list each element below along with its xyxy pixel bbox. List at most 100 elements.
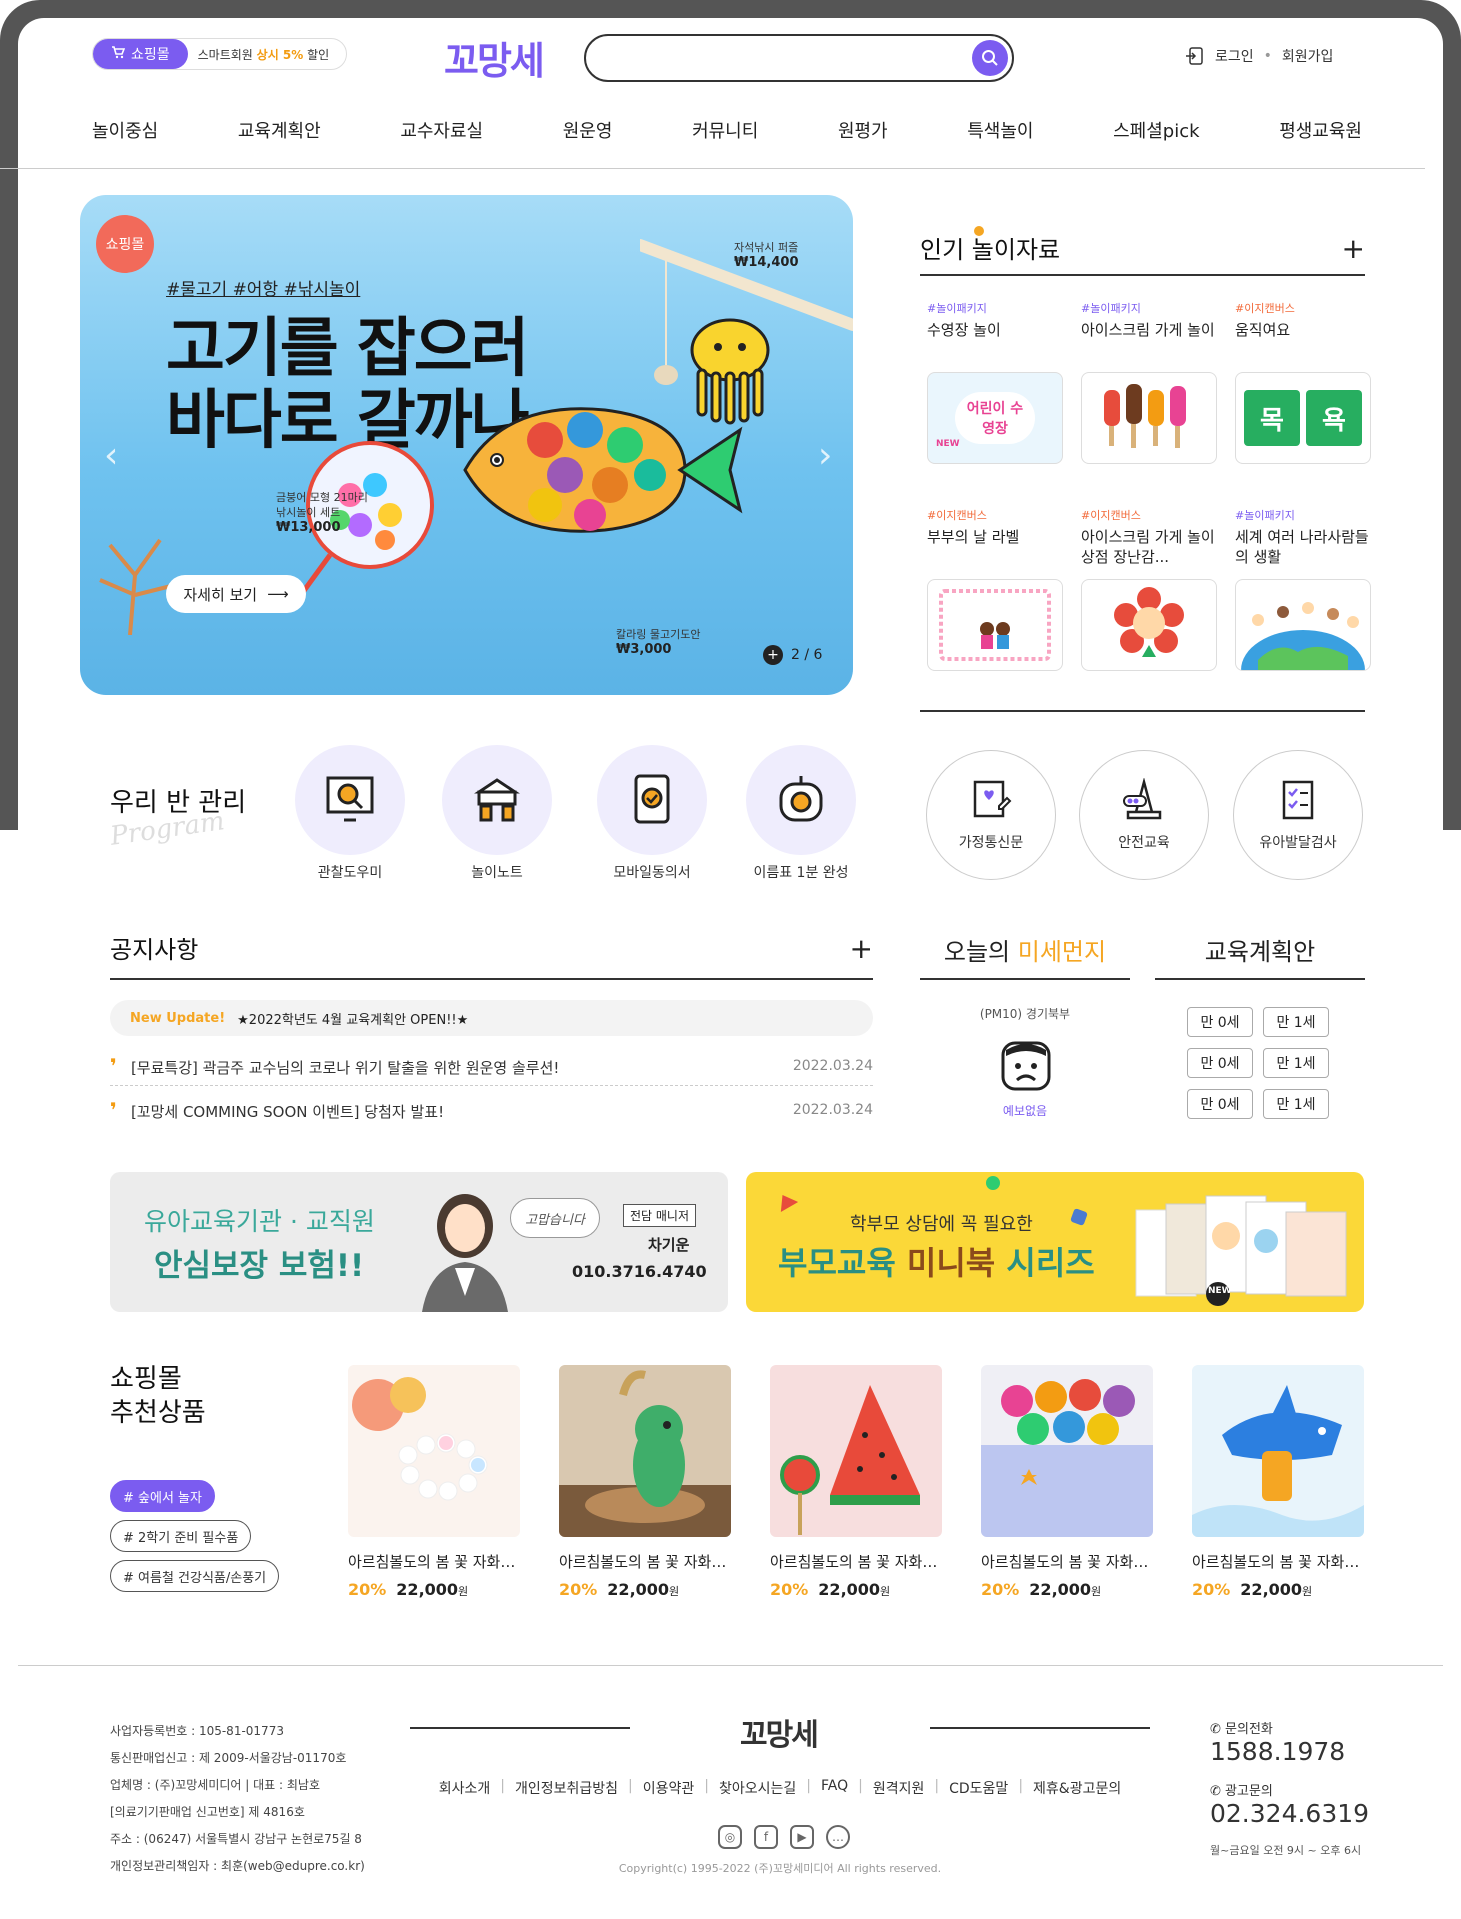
nav-item-special-play[interactable]: 특색놀이: [967, 117, 1033, 143]
footer-link[interactable]: 원격지원: [873, 1778, 925, 1798]
footer-link-separator: |: [704, 1778, 710, 1794]
popular-item[interactable]: #이지캔버스 움직여요 목 욕: [1235, 300, 1373, 464]
age-1-button[interactable]: 만 1세: [1263, 1007, 1329, 1037]
age-0-button[interactable]: 만 0세: [1187, 1007, 1253, 1037]
hero-detail-button[interactable]: 자세히 보기 ⟶: [166, 575, 306, 613]
search-button[interactable]: [972, 40, 1008, 76]
nav-item-evaluation[interactable]: 원평가: [838, 117, 888, 143]
login-link[interactable]: 로그인: [1215, 46, 1254, 66]
business-hours: 월~금요일 오전 9시 ~ 오후 6시: [1210, 1844, 1362, 1857]
nav-item-special-pick[interactable]: 스페셜pick: [1113, 117, 1199, 143]
product-card[interactable]: 아르침볼도의 봄 꽃 자화상 만들기 20% 22,000원: [981, 1365, 1155, 1599]
footer-link[interactable]: 개인정보취급방침: [515, 1778, 618, 1798]
safety-edu-label: 안전교육: [1118, 835, 1170, 851]
tel-number[interactable]: 1588.1978: [1210, 1737, 1410, 1766]
nav-item-lifelong-edu[interactable]: 평생교육원: [1279, 117, 1362, 143]
shop-tag-chip[interactable]: # 2학기 준비 필수품: [110, 1520, 252, 1552]
footer-link[interactable]: 제휴&광고문의: [1033, 1778, 1121, 1798]
footer-link[interactable]: CD도움말: [949, 1778, 1008, 1798]
footer-link-separator: |: [806, 1778, 812, 1794]
member-discount-text: 스마트회원 상시 5% 할인: [188, 46, 330, 63]
nav-item-community[interactable]: 커뮤니티: [692, 117, 758, 143]
quote-icon: ❜: [110, 1053, 117, 1078]
product-price-unit: 원: [669, 1585, 680, 1598]
footer-link[interactable]: 찾아오시는길: [719, 1778, 796, 1798]
shark-water-gun-illustration: [1192, 1385, 1364, 1537]
nav-item-play-center[interactable]: 놀이중심: [92, 117, 158, 143]
footer-link[interactable]: 이용약관: [643, 1778, 695, 1798]
youtube-icon[interactable]: ▶: [790, 1825, 814, 1849]
won-sign: ₩: [276, 520, 291, 535]
footer-link[interactable]: 회사소개: [439, 1778, 491, 1798]
mobile-consent-button[interactable]: [597, 745, 707, 855]
notice-row[interactable]: ❜ [무료특강] 곽금주 교수님의 코로나 위기 탈출을 위한 원운영 솔루션! …: [110, 1046, 873, 1086]
signup-link[interactable]: 회원가입: [1282, 46, 1334, 66]
product-discount: 20%: [770, 1580, 809, 1599]
popular-item[interactable]: #놀이패키지 아이스크림 가게 놀이: [1081, 300, 1219, 464]
footer-logo[interactable]: 꼬망세: [740, 1710, 819, 1754]
product-card[interactable]: 아르침볼도의 봄 꽃 자화상 만들기 20% 22,000원: [348, 1365, 522, 1599]
manager-name: 차기운: [648, 1236, 690, 1254]
hero-pager[interactable]: +2 / 6: [763, 645, 822, 665]
product-price-value: 22,000: [607, 1580, 670, 1599]
name-tag-label: 이름표 1분 완성: [753, 865, 849, 881]
popular-item[interactable]: #놀이패키지 세계 여러 나라사람들의 생활: [1235, 507, 1373, 671]
popular-item[interactable]: #놀이패키지 수영장 놀이 어린이 수영장 NEW: [927, 300, 1065, 464]
home-letter-button[interactable]: 가정통신문: [926, 750, 1056, 880]
shop-tag-chip[interactable]: # 여름철 건강식품/손풍기: [110, 1560, 280, 1592]
minibook-banner[interactable]: 학부모 상담에 꼭 필요한 부모교육 미니북 시리즈 NEW: [746, 1172, 1364, 1312]
search-input[interactable]: [606, 38, 976, 78]
nav-item-operations[interactable]: 원운영: [563, 117, 613, 143]
shopping-mall-tag[interactable]: 쇼핑몰: [93, 39, 188, 69]
insurance-banner[interactable]: 유아교육기관 · 교직원 안심보장 보험!! 고맙습니다 전담 매니저 차기운 …: [110, 1172, 728, 1312]
chat-icon[interactable]: …: [826, 1825, 850, 1849]
hero-next-arrow[interactable]: ›: [818, 435, 832, 476]
notice-more-button[interactable]: +: [850, 932, 873, 965]
notice-title: 공지사항: [110, 936, 199, 964]
shop-tag-chip[interactable]: # 숲에서 놀자: [110, 1480, 215, 1512]
safety-edu-button[interactable]: 안전교육: [1079, 750, 1209, 880]
won-sign: ₩: [734, 255, 749, 270]
popular-more-button[interactable]: +: [1342, 232, 1365, 265]
dust-region: (PM10) 경기북부: [979, 1007, 1071, 1021]
notice-row[interactable]: ❜ [꼬망세 COMMING SOON 이벤트] 당첨자 발표! 2022.03.…: [110, 1090, 873, 1130]
nav-item-teaching-materials[interactable]: 교수자료실: [400, 117, 483, 143]
play-note-button[interactable]: [442, 745, 552, 855]
name-tag-button[interactable]: [746, 745, 856, 855]
product-card[interactable]: 아르침볼도의 봄 꽃 자화상 만들기 20% 22,000원: [559, 1365, 733, 1599]
hero-banner[interactable]: 쇼핑몰 #물고기 #어항 #낚시놀이 고기를 잡으러 바다로 갈까나 자석낚시 …: [80, 195, 853, 695]
product-price-unit: 원: [880, 1585, 891, 1598]
plus-icon[interactable]: +: [763, 645, 783, 665]
product-card[interactable]: 아르침볼도의 봄 꽃 자화상 만들기 20% 22,000원: [1192, 1365, 1366, 1599]
age-0-button[interactable]: 만 0세: [1187, 1048, 1253, 1078]
facebook-icon[interactable]: f: [754, 1825, 778, 1849]
world-people-illustration: [1241, 602, 1365, 670]
hero-prev-arrow[interactable]: ‹: [104, 435, 118, 476]
footer-link[interactable]: FAQ: [821, 1778, 848, 1798]
age-0-button[interactable]: 만 0세: [1187, 1089, 1253, 1119]
item2-price: 13,000: [290, 520, 341, 535]
hero-page-indicator: 2 / 6: [791, 647, 823, 663]
sad-face-icon: [1001, 1041, 1051, 1091]
minibook-line-2c: 시리즈: [995, 1244, 1095, 1282]
item2-name-2: 낚시놀이 세트: [276, 506, 341, 519]
nav-item-edu-plan[interactable]: 교육계획안: [238, 117, 321, 143]
age-1-button[interactable]: 만 1세: [1263, 1089, 1329, 1119]
hero-item1-label: 자석낚시 퍼즐 ₩14,400: [734, 240, 799, 270]
popular-item[interactable]: #이지캔버스 부부의 날 라벨: [927, 507, 1065, 671]
site-logo[interactable]: 꼬망세: [444, 30, 545, 85]
instagram-icon[interactable]: ◎: [718, 1825, 742, 1849]
ad-number[interactable]: 02.324.6319: [1210, 1799, 1410, 1828]
dino-toy-illustration: [559, 1370, 731, 1537]
search-bar[interactable]: [584, 34, 1014, 82]
observation-helper-button[interactable]: [295, 745, 405, 855]
notice-update-bar[interactable]: New Update! ★2022학년도 4월 교육계획안 OPEN!!★: [110, 1000, 873, 1036]
notice-row-text: ❜ [무료특강] 곽금주 교수님의 코로나 위기 탈출을 위한 원운영 솔루션!: [110, 1054, 559, 1078]
dev-check-button[interactable]: 유아발달검사: [1233, 750, 1363, 880]
product-card[interactable]: 아르침볼도의 봄 꽃 자화상 만들기 20% 22,000원: [770, 1365, 944, 1599]
footer-company-info: 사업자등록번호 : 105-81-01773 통신판매업신고 : 제 2009-…: [110, 1718, 365, 1880]
popular-item[interactable]: #이지캔버스 아이스크림 가게 놀이 상점 장난감...: [1081, 507, 1219, 671]
shopping-mall-pill[interactable]: 쇼핑몰 스마트회원 상시 5% 할인: [92, 38, 347, 70]
popular-item-category: #놀이패키지: [927, 302, 987, 315]
age-1-button[interactable]: 만 1세: [1263, 1048, 1329, 1078]
